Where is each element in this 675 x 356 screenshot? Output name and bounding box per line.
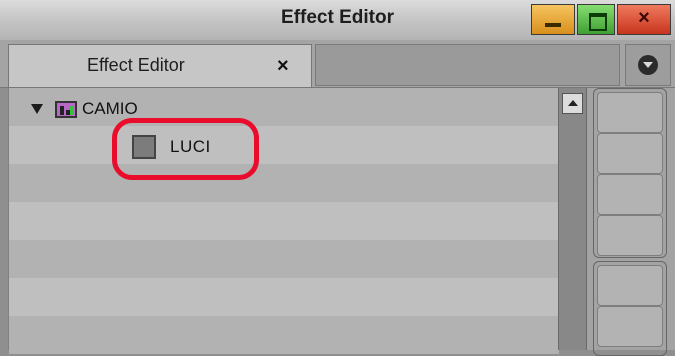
expand-triangle-icon[interactable] <box>31 104 43 114</box>
side-button-5[interactable] <box>597 265 663 306</box>
vertical-scrollbar[interactable] <box>558 88 587 350</box>
tree-item-luci[interactable]: LUCI <box>132 135 211 159</box>
tree-item-label: LUCI <box>170 137 211 156</box>
close-button[interactable]: × <box>617 4 671 35</box>
tab-close-icon[interactable]: × <box>277 56 289 76</box>
list-row <box>9 126 559 164</box>
list-row <box>9 240 559 278</box>
track-icon <box>55 100 77 118</box>
tree-item-label: CAMIO <box>82 99 138 118</box>
minimize-button[interactable] <box>531 4 575 35</box>
side-button-1[interactable] <box>597 92 663 133</box>
dropdown-circle-icon <box>638 55 658 75</box>
side-button-2[interactable] <box>597 133 663 174</box>
tab-label: Effect Editor <box>87 55 185 75</box>
tree-item-camio[interactable]: CAMIO <box>31 98 138 120</box>
list-row <box>9 202 559 240</box>
list-row <box>9 278 559 316</box>
list-row <box>9 316 559 354</box>
effect-tree-panel: CAMIO LUCI <box>8 88 559 354</box>
window-title-bar[interactable]: Effect Editor × <box>0 0 675 41</box>
tab-effect-editor[interactable]: Effect Editor × <box>8 44 312 87</box>
side-button-6[interactable] <box>597 306 663 347</box>
panel-menu-button[interactable] <box>625 44 671 86</box>
scroll-up-arrow-icon[interactable] <box>562 93 583 114</box>
tab-empty-area <box>315 44 620 86</box>
close-icon: × <box>638 7 650 29</box>
tab-strip: Effect Editor × <box>0 40 675 88</box>
side-button-column <box>587 88 675 356</box>
maximize-button[interactable] <box>577 4 615 35</box>
maximize-icon <box>589 13 607 31</box>
enable-checkbox[interactable] <box>132 135 156 159</box>
list-row <box>9 164 559 202</box>
minimize-icon <box>545 23 561 27</box>
side-button-4[interactable] <box>597 215 663 256</box>
side-button-3[interactable] <box>597 174 663 215</box>
